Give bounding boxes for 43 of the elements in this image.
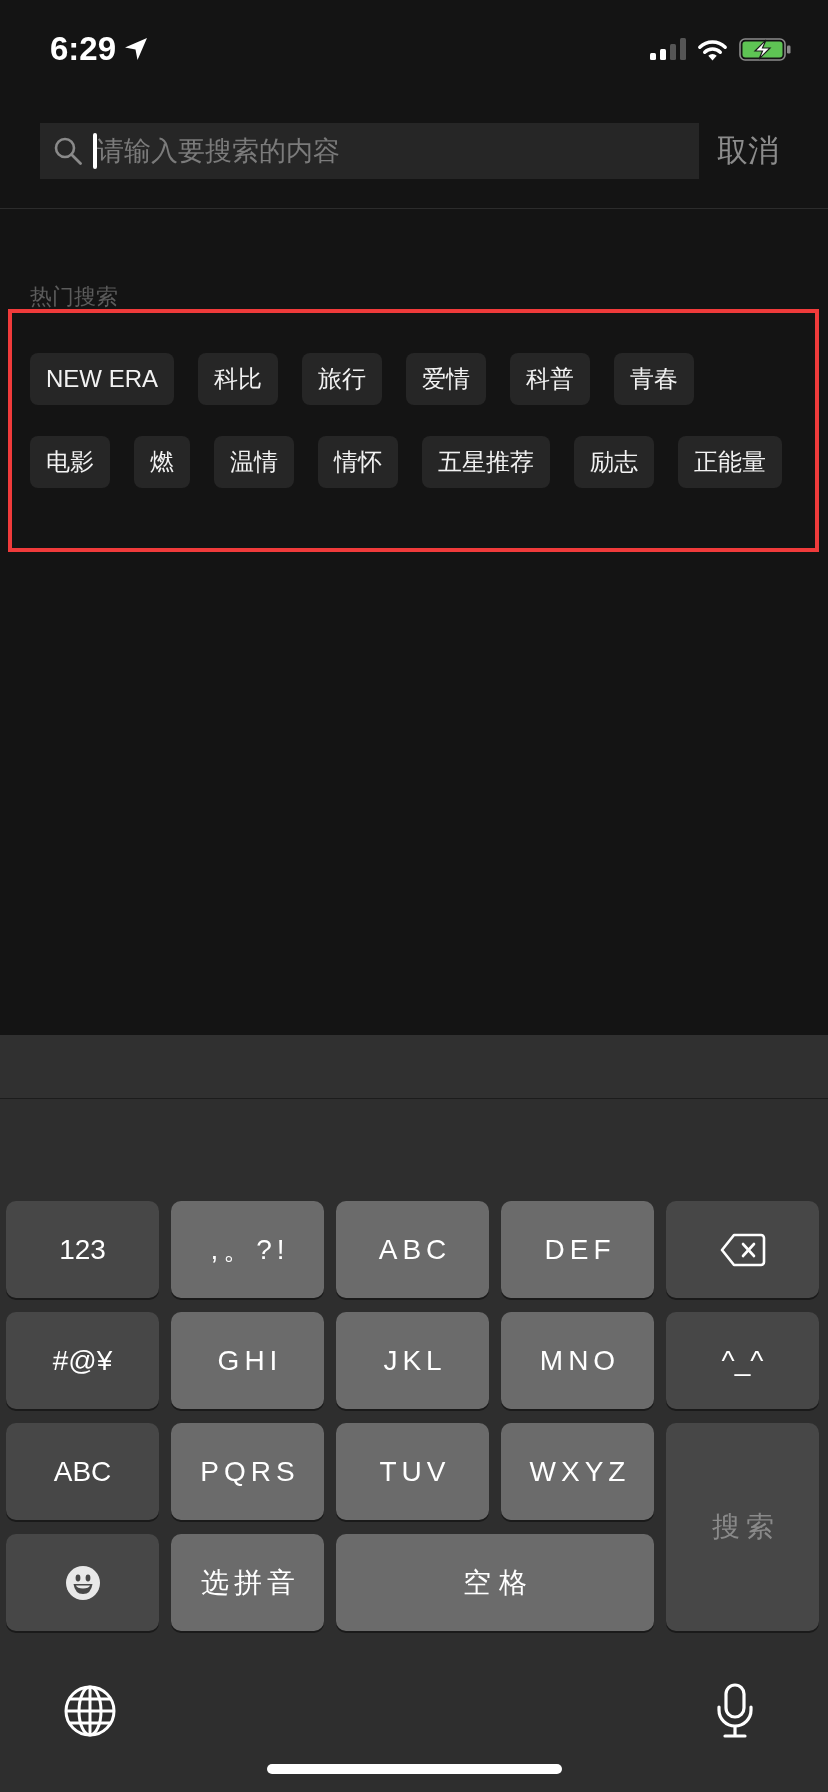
keyboard-key[interactable]: 选拼音 [171,1534,324,1631]
search-tag[interactable]: 电影 [30,436,110,488]
keyboard-key[interactable]: WXYZ [501,1423,654,1520]
microphone-icon[interactable] [716,1683,754,1739]
search-tag[interactable]: 温情 [214,436,294,488]
search-tag[interactable]: NEW ERA [30,353,174,405]
cancel-button[interactable]: 取消 [717,130,779,172]
keyboard-key[interactable]: GHI [171,1312,324,1409]
status-time: 6:29 [50,30,117,68]
wifi-icon [697,37,728,61]
keyboard-key[interactable]: 123 [6,1201,159,1298]
search-tag[interactable]: 青春 [614,353,694,405]
backspace-icon [719,1232,766,1267]
globe-icon[interactable] [64,1685,116,1737]
emoji-key[interactable] [6,1534,159,1631]
signal-icon [650,38,686,60]
search-tag[interactable]: 科比 [198,353,278,405]
search-tag[interactable]: 科普 [510,353,590,405]
search-tag[interactable]: 励志 [574,436,654,488]
keyboard-key[interactable]: PQRS [171,1423,324,1520]
search-tag[interactable]: 五星推荐 [422,436,550,488]
battery-charging-icon [739,37,791,61]
keyboard-key[interactable]: TUV [336,1423,489,1520]
keyboard-key[interactable]: DEF [501,1201,654,1298]
keyboard-key[interactable]: ^_^ [666,1312,819,1409]
space-key[interactable]: 空格 [336,1534,654,1631]
keyboard-key[interactable]: ,。?! [171,1201,324,1298]
backspace-key[interactable] [666,1201,819,1298]
search-icon [54,137,82,165]
keyboard-key[interactable]: MNO [501,1312,654,1409]
search-tag[interactable]: 正能量 [678,436,782,488]
search-tag[interactable]: 燃 [134,436,190,488]
search-field[interactable]: 请输入要搜索的内容 [40,123,699,179]
search-tag[interactable]: 情怀 [318,436,398,488]
search-tag[interactable]: 爱情 [406,353,486,405]
search-tag[interactable]: 旅行 [302,353,382,405]
section-title: 热门搜索 [30,285,118,309]
location-arrow-icon [124,37,149,61]
keyboard-key[interactable]: JKL [336,1312,489,1409]
keyboard-key[interactable]: ABC [6,1423,159,1520]
keyboard-key[interactable]: ABC [336,1201,489,1298]
keyboard-key[interactable]: #@¥ [6,1312,159,1409]
smiley-icon [65,1565,100,1600]
